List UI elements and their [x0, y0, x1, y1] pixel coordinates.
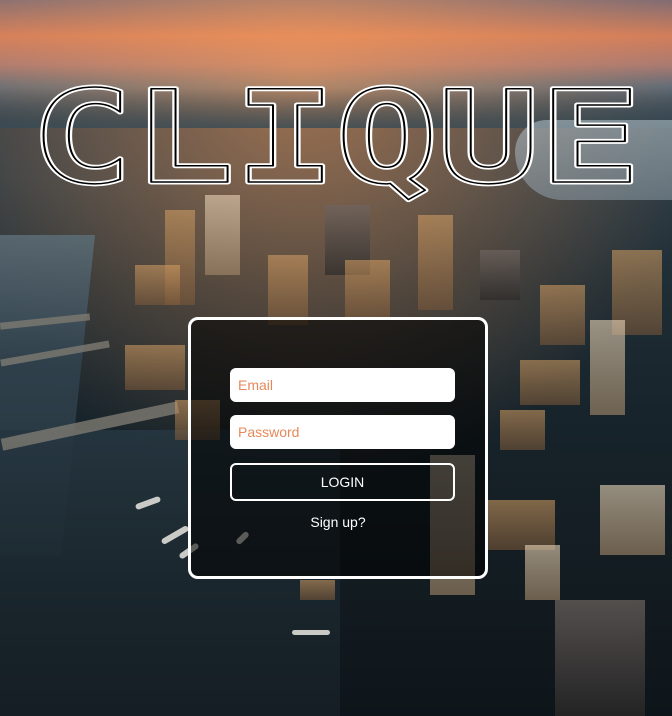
building [125, 345, 185, 390]
building [500, 410, 545, 450]
building [135, 265, 180, 305]
email-field[interactable] [230, 368, 455, 402]
clique-logo: CLIQUE CLIQUE [0, 80, 672, 230]
building [345, 260, 390, 320]
building [268, 255, 308, 325]
boat [292, 630, 330, 635]
login-card: LOGIN Sign up? [188, 317, 488, 579]
building [520, 360, 580, 405]
password-field[interactable] [230, 415, 455, 449]
signup-link[interactable]: Sign up? [191, 514, 485, 530]
building [485, 500, 555, 550]
building [525, 545, 560, 600]
building [555, 600, 645, 716]
building [480, 250, 520, 300]
building [590, 320, 625, 415]
logo-outline-text: CLIQUE CLIQUE [29, 80, 644, 216]
login-page: CLIQUE CLIQUE LOGIN Sign up? [0, 0, 672, 716]
logo-text-inner-outline: CLIQUE [31, 80, 641, 213]
building [600, 485, 665, 555]
login-button[interactable]: LOGIN [230, 463, 455, 501]
building [540, 285, 585, 345]
building [300, 580, 335, 600]
